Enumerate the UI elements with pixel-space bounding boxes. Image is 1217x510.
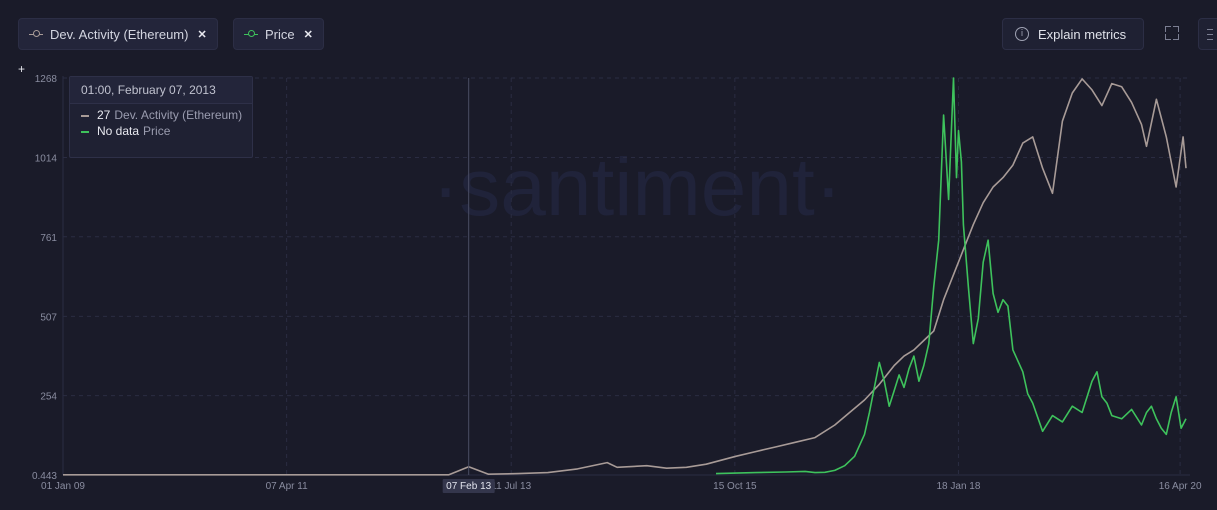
tooltip-series-name: Dev. Activity (Ethereum): [114, 108, 243, 122]
x-tick-label: 11 Jul 13: [491, 481, 531, 492]
tooltip-value: 27: [97, 108, 111, 122]
y-tick-label: 1268: [35, 74, 58, 85]
crosshair-label: 07 Feb 13: [446, 481, 491, 492]
tooltip-series-name: Price: [143, 124, 171, 138]
y-tick-label: 1014: [35, 154, 58, 165]
series-swatch: [81, 130, 89, 133]
tooltip-row: No data Price: [70, 124, 252, 138]
x-tick-label: 16 Apr 20: [1159, 481, 1202, 492]
series-swatch: [81, 114, 89, 117]
x-tick-label: 01 Jan 09: [41, 481, 85, 492]
series-line-price: [715, 77, 1187, 475]
tooltip-row: 27 Dev. Activity (Ethereum): [70, 108, 252, 122]
y-tick-label: 507: [40, 312, 57, 323]
tooltip-date: 01:00, February 07, 2013: [70, 77, 252, 104]
x-tick-label: 15 Oct 15: [713, 481, 757, 492]
x-tick-label: 18 Jan 18: [936, 481, 980, 492]
x-tick-label: 07 Apr 11: [266, 481, 309, 492]
y-tick-label: 254: [40, 392, 57, 403]
y-tick-label: 761: [40, 233, 57, 244]
watermark: ·santiment·: [432, 142, 842, 233]
tooltip-value: No data: [97, 124, 140, 138]
tooltip: 01:00, February 07, 2013 27 Dev. Activit…: [69, 76, 253, 158]
